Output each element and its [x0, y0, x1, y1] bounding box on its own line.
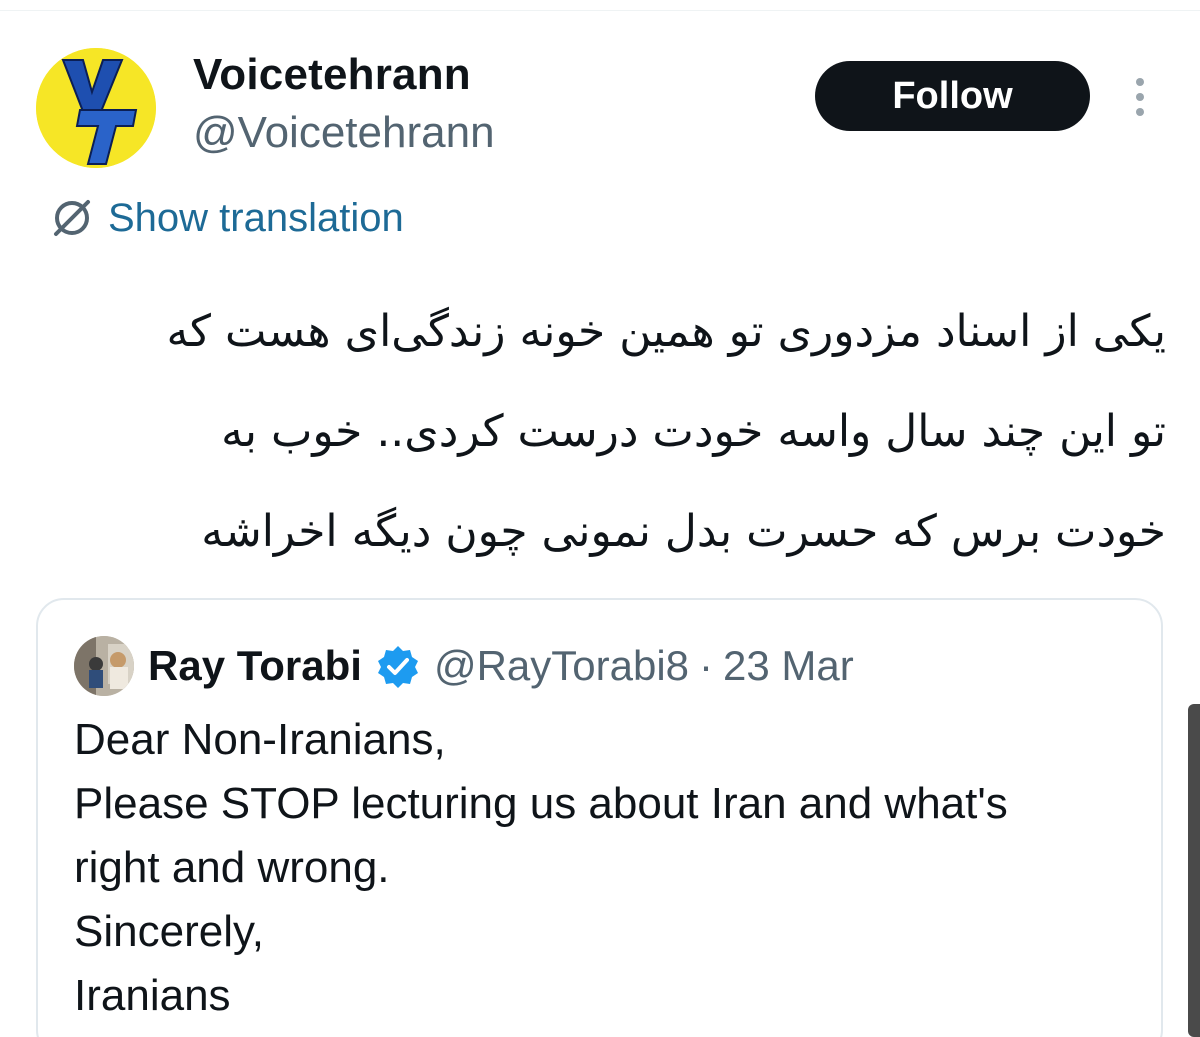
- verified-badge-icon: [377, 646, 418, 688]
- photo-avatar-icon: [74, 636, 134, 696]
- scrollbar[interactable]: [1188, 704, 1200, 1037]
- separator-dot: ·: [699, 642, 714, 689]
- tweet-line: تو این چند سال واسه خودت درست کردی.. خوب…: [221, 406, 1166, 457]
- quote-author-name[interactable]: Ray Torabi: [148, 642, 362, 690]
- quote-author-handle[interactable]: @RayTorabi8: [434, 642, 689, 690]
- quote-line: Iranians: [74, 971, 231, 1020]
- follow-button[interactable]: Follow: [815, 61, 1090, 131]
- tweet-text: یکی از اسناد مزدوری تو همین خونه زندگی‌ا…: [56, 282, 1166, 582]
- display-name[interactable]: Voicetehrann: [193, 50, 471, 100]
- quote-line: Please STOP lecturing us about Iran and …: [74, 779, 1008, 828]
- more-options-icon[interactable]: [1122, 72, 1158, 122]
- quote-body: Dear Non-Iranians, Please STOP lecturing…: [74, 708, 1134, 1028]
- globe-icon: [54, 200, 90, 236]
- show-translation-link[interactable]: Show translation: [48, 192, 404, 244]
- dot: [1136, 108, 1144, 116]
- dot: [1136, 93, 1144, 101]
- dot: [1136, 78, 1144, 86]
- quote-line: Dear Non-Iranians,: [74, 715, 446, 764]
- quote-line: Sincerely,: [74, 907, 264, 956]
- tweet-page: Voicetehrann @Voicetehrann Follow Show t…: [0, 0, 1200, 1037]
- vt-logo-icon: [36, 48, 156, 168]
- tweet-line: یکی از اسناد مزدوری تو همین خونه زندگی‌ا…: [166, 306, 1166, 357]
- quoted-tweet-card[interactable]: Ray Torabi @RayTorabi8 · 23 Mar Dear Non…: [36, 598, 1163, 1037]
- profile-avatar[interactable]: [36, 48, 156, 168]
- quote-line: right and wrong.: [74, 843, 390, 892]
- tweet-line: خودت برس که حسرت بدل نمونی چون دیگه اخرا…: [201, 506, 1166, 557]
- quote-avatar[interactable]: [74, 636, 134, 696]
- top-divider: [0, 10, 1200, 11]
- show-translation-label: Show translation: [108, 195, 404, 240]
- quote-date[interactable]: 23 Mar: [723, 642, 854, 690]
- quote-header: Ray Torabi @RayTorabi8 · 23 Mar: [148, 636, 854, 696]
- account-handle[interactable]: @Voicetehrann: [193, 108, 495, 158]
